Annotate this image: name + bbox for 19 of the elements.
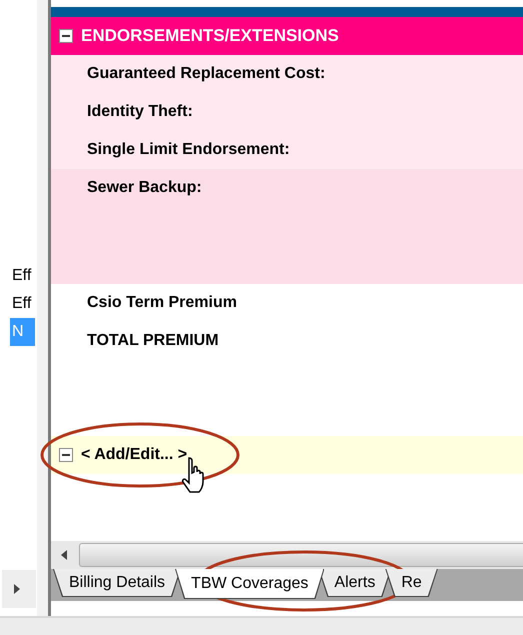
field-label: Sewer Backup: — [87, 178, 202, 198]
add-edit-row[interactable]: < Add/Edit... > — [51, 436, 523, 474]
section-title: ENDORSEMENTS/EXTENSIONS — [81, 26, 339, 46]
tab[interactable]: Re — [385, 569, 438, 597]
left-arrow-icon[interactable] — [61, 550, 67, 560]
field-label: Guaranteed Replacement Cost: — [87, 64, 326, 84]
splitter[interactable] — [37, 0, 51, 616]
total-label: TOTAL PREMIUM — [87, 331, 219, 351]
list-item[interactable]: Eff — [10, 262, 35, 290]
horizontal-scrollbar[interactable] — [51, 541, 523, 569]
collapse-icon[interactable] — [59, 448, 73, 462]
field-label: Identity Theft: — [87, 102, 193, 122]
field-label: Single Limit Endorsement: — [87, 140, 290, 160]
collapse-icon[interactable] — [59, 29, 73, 43]
list-item[interactable]: Eff — [10, 290, 35, 318]
right-arrow-icon[interactable] — [14, 584, 20, 594]
tab[interactable]: TBW Coverages — [175, 569, 324, 599]
total-label: Csio Term Premium — [87, 293, 237, 313]
add-edit-link[interactable]: < Add/Edit... > — [81, 446, 188, 464]
